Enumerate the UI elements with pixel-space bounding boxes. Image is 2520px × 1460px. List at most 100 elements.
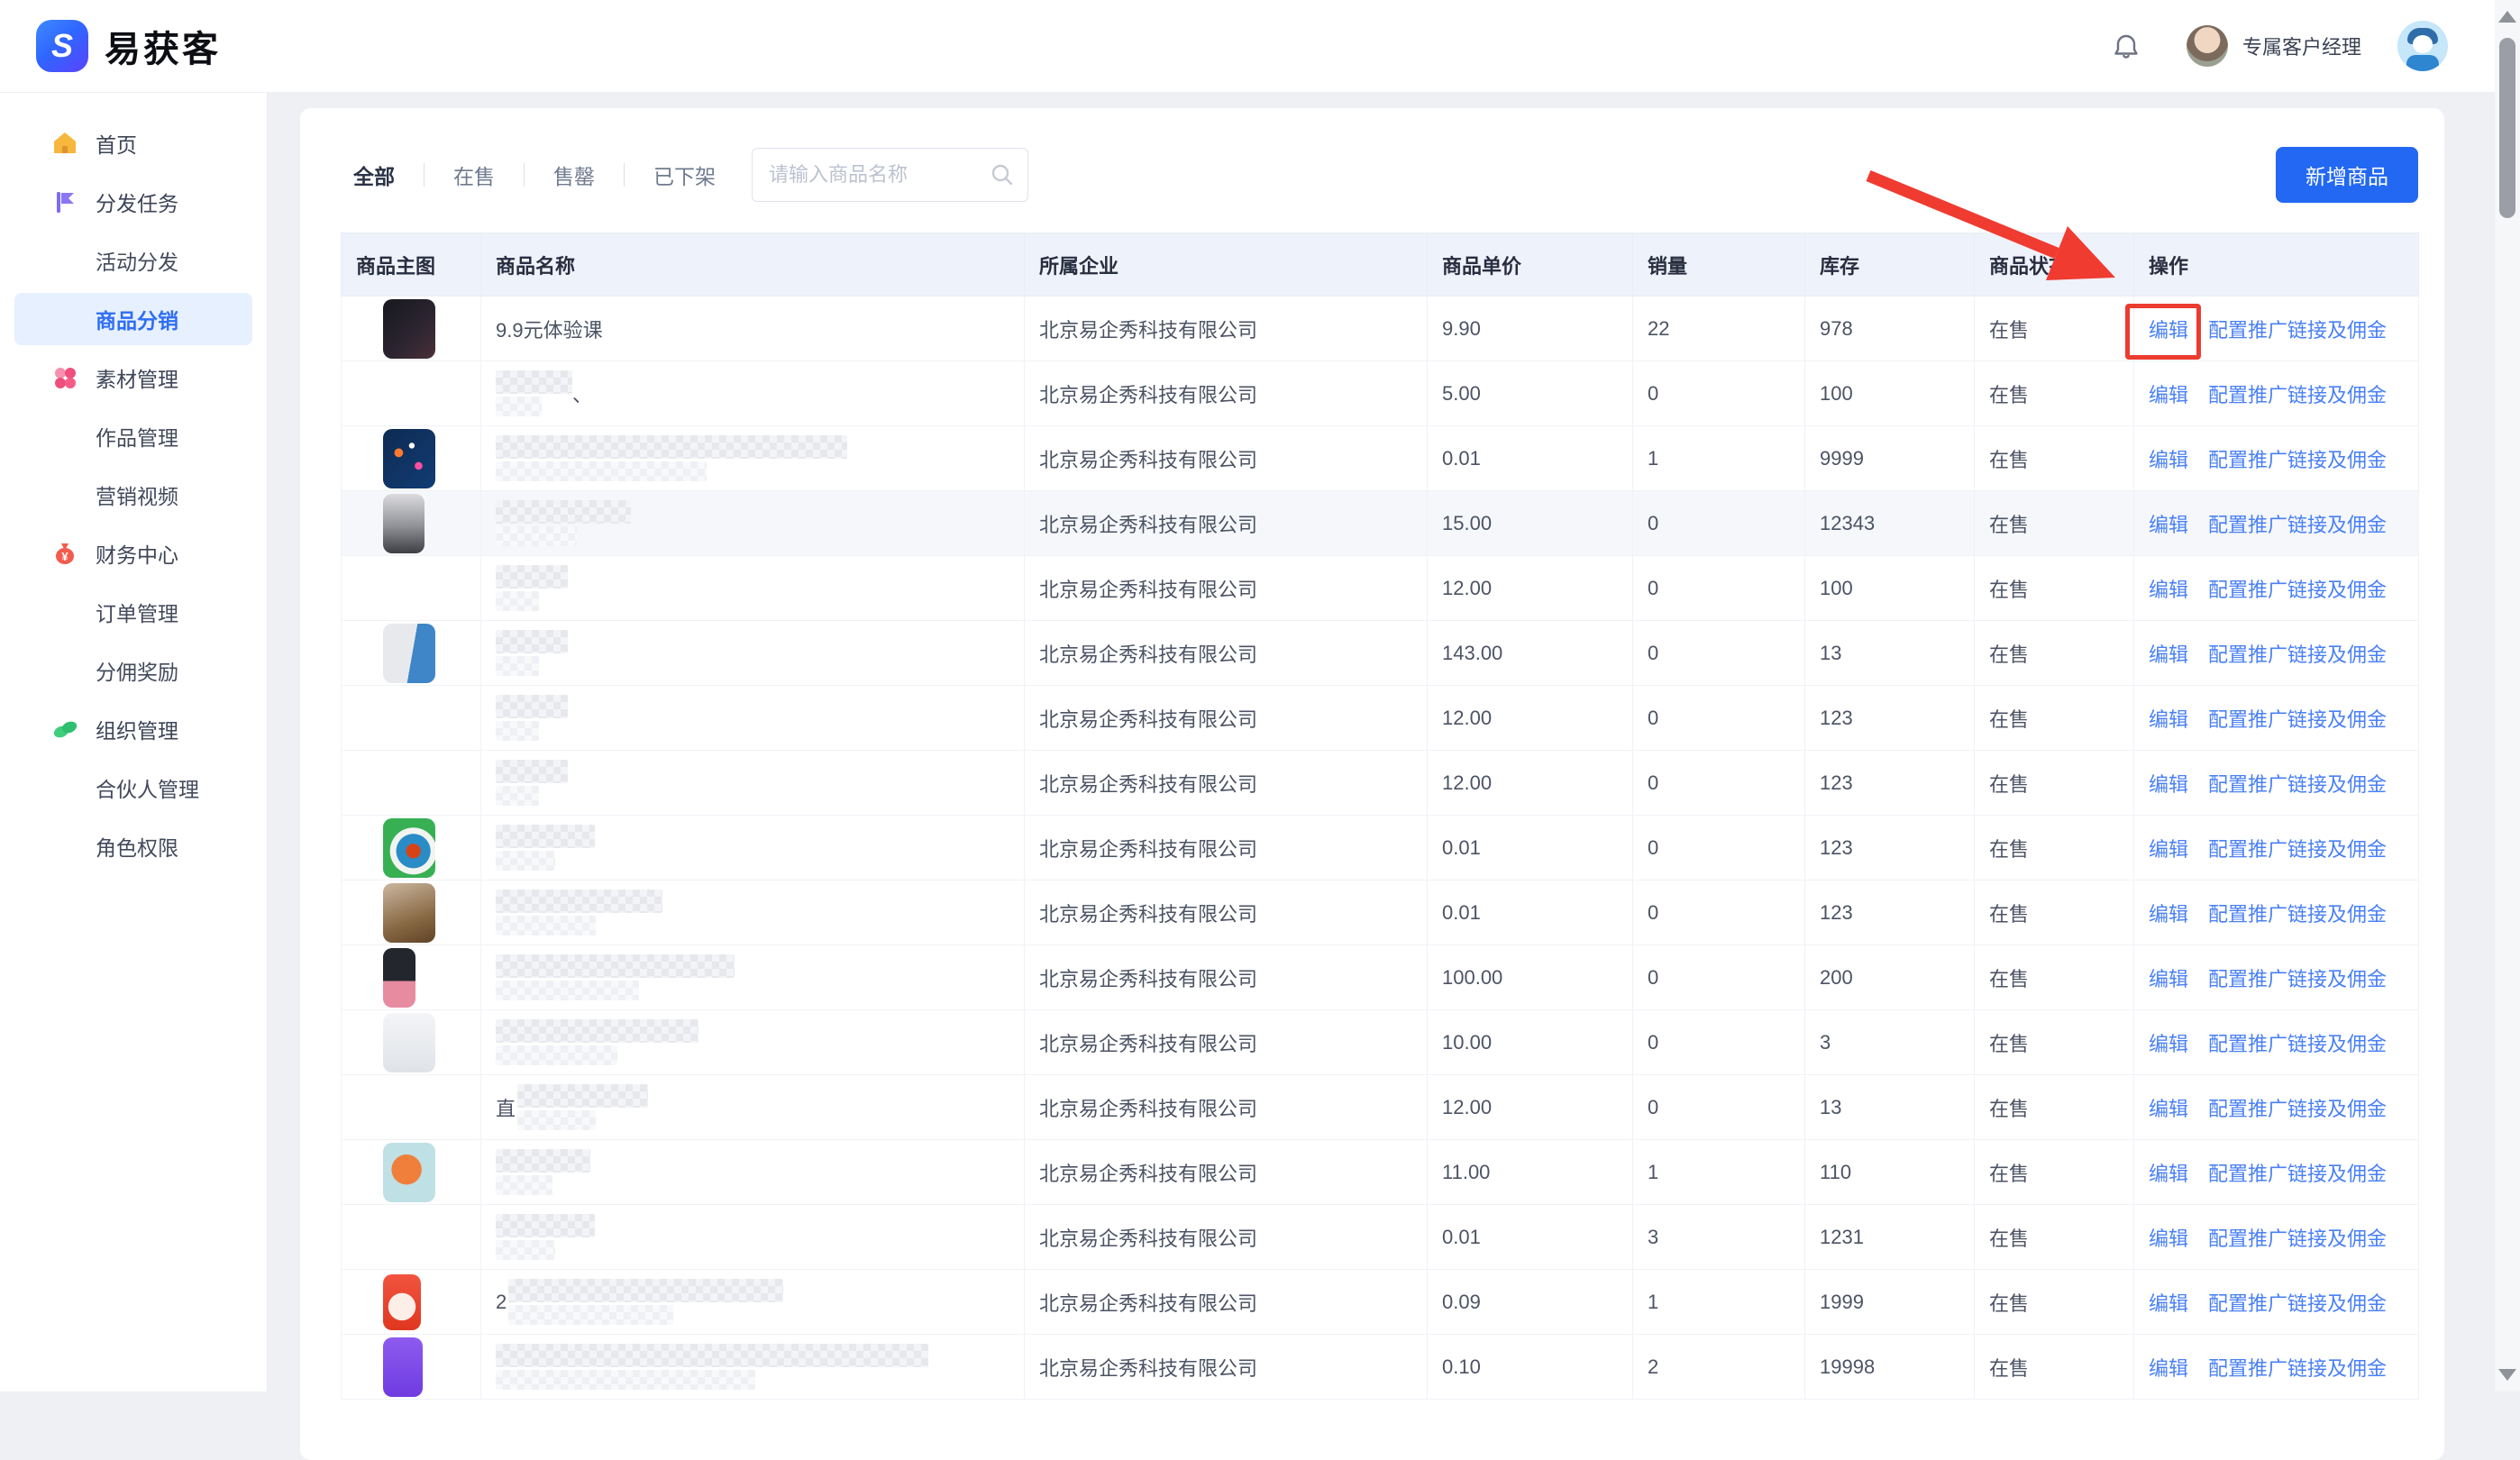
config-promo-link[interactable]: 配置推广链接及佣金 (2208, 449, 2387, 471)
edit-link[interactable]: 编辑 (2149, 903, 2188, 926)
price-cell: 5.00 (1428, 361, 1633, 426)
search-icon[interactable] (990, 162, 1015, 187)
edit-link[interactable]: 编辑 (2149, 838, 2188, 861)
table-row: 北京易企秀科技有限公司12.000123在售编辑配置推广链接及佣金 (342, 686, 2419, 751)
sidebar-item-product-distribution[interactable]: 商品分销 (14, 293, 252, 345)
status-cell: 在售 (1975, 426, 2134, 491)
config-promo-link[interactable]: 配置推广链接及佣金 (2208, 773, 2387, 796)
redacted-product-name (517, 1084, 648, 1130)
company-cell: 北京易企秀科技有限公司 (1025, 686, 1428, 751)
product-image (383, 883, 435, 943)
sidebar-item-works-mgmt[interactable]: 作品管理 (14, 410, 252, 462)
table-row: 北京易企秀科技有限公司0.0119999在售编辑配置推广链接及佣金 (342, 426, 2419, 491)
price-cell: 12.00 (1428, 556, 1633, 621)
table-header-row: 商品主图商品名称所属企业商品单价销量库存商品状态操作 (342, 233, 2419, 297)
config-promo-link[interactable]: 配置推广链接及佣金 (2208, 1098, 2387, 1120)
product-name-cell (481, 491, 1025, 556)
edit-link[interactable]: 编辑 (2149, 514, 2188, 536)
redacted-product-name (496, 954, 735, 1000)
sidebar-item-distribute-task[interactable]: 分发任务 (14, 176, 252, 228)
product-image (383, 429, 435, 488)
user-avatar[interactable] (2397, 21, 2448, 71)
config-promo-link[interactable]: 配置推广链接及佣金 (2208, 514, 2387, 536)
edit-link[interactable]: 编辑 (2149, 449, 2188, 471)
edit-link[interactable]: 编辑 (2149, 968, 2188, 990)
sidebar-item-org-mgmt[interactable]: 组织管理 (14, 703, 252, 755)
product-image (383, 1143, 435, 1202)
config-promo-link[interactable]: 配置推广链接及佣金 (2208, 579, 2387, 601)
sidebar-item-label: 角色权限 (96, 831, 178, 862)
sidebar-item-marketing-video[interactable]: 营销视频 (14, 469, 252, 521)
company-cell: 北京易企秀科技有限公司 (1025, 881, 1428, 945)
price-cell: 11.00 (1428, 1140, 1633, 1205)
edit-link[interactable]: 编辑 (2149, 1163, 2188, 1185)
tab-all[interactable]: 全部 (353, 160, 395, 190)
config-promo-link[interactable]: 配置推广链接及佣金 (2208, 1292, 2387, 1315)
config-promo-link[interactable]: 配置推广链接及佣金 (2208, 319, 2387, 342)
company-cell: 北京易企秀科技有限公司 (1025, 297, 1428, 361)
scrollbar-thumb[interactable] (2499, 38, 2515, 218)
actions-cell: 编辑配置推广链接及佣金 (2134, 816, 2419, 881)
tab-onsale[interactable]: 在售 (453, 160, 495, 190)
product-image-cell (342, 1270, 481, 1335)
scrollbar-up-arrow[interactable] (2498, 11, 2516, 23)
sidebar-item-partner-mgmt[interactable]: 合伙人管理 (14, 762, 252, 814)
table-row: 北京易企秀科技有限公司0.10219998在售编辑配置推广链接及佣金 (342, 1335, 2419, 1400)
config-promo-link[interactable]: 配置推广链接及佣金 (2208, 1227, 2387, 1250)
config-promo-link[interactable]: 配置推广链接及佣金 (2208, 1163, 2387, 1185)
price-cell: 15.00 (1428, 491, 1633, 556)
edit-link[interactable]: 编辑 (2149, 579, 2188, 601)
config-promo-link[interactable]: 配置推广链接及佣金 (2208, 903, 2387, 926)
config-promo-link[interactable]: 配置推广链接及佣金 (2208, 968, 2387, 990)
config-promo-link[interactable]: 配置推广链接及佣金 (2208, 708, 2387, 731)
redacted-product-name (496, 565, 568, 611)
stock-cell: 100 (1805, 556, 1975, 621)
sidebar-item-role-permission[interactable]: 角色权限 (14, 820, 252, 872)
edit-link[interactable]: 编辑 (2149, 773, 2188, 796)
config-promo-link[interactable]: 配置推广链接及佣金 (2208, 838, 2387, 861)
sidebar-item-label: 合伙人管理 (96, 772, 199, 803)
table-row: 、北京易企秀科技有限公司5.000100在售编辑配置推广链接及佣金 (342, 361, 2419, 426)
edit-link[interactable]: 编辑 (2149, 1098, 2188, 1120)
status-cell: 在售 (1975, 1270, 2134, 1335)
status-cell: 在售 (1975, 686, 2134, 751)
app-logo[interactable]: S 易获客 (36, 20, 221, 72)
redacted-product-name (496, 630, 568, 676)
actions-cell: 编辑配置推广链接及佣金 (2134, 751, 2419, 816)
tab-soldout[interactable]: 售罄 (553, 160, 595, 190)
config-promo-link[interactable]: 配置推广链接及佣金 (2208, 384, 2387, 406)
edit-link[interactable]: 编辑 (2149, 319, 2188, 342)
product-name-cell (481, 1140, 1025, 1205)
sidebar-item-material-mgmt[interactable]: 素材管理 (14, 351, 252, 404)
status-cell: 在售 (1975, 621, 2134, 686)
config-promo-link[interactable]: 配置推广链接及佣金 (2208, 643, 2387, 666)
notification-bell-icon[interactable] (2111, 31, 2141, 61)
svg-text:¥: ¥ (61, 550, 68, 563)
scrollbar-down-arrow[interactable] (2498, 1369, 2516, 1381)
material-icon (51, 364, 78, 391)
config-promo-link[interactable]: 配置推广链接及佣金 (2208, 1033, 2387, 1055)
sales-cell: 1 (1633, 1140, 1805, 1205)
sidebar-item-activity-distribute[interactable]: 活动分发 (14, 234, 252, 287)
config-promo-link[interactable]: 配置推广链接及佣金 (2208, 1357, 2387, 1380)
table-row: 北京易企秀科技有限公司143.00013在售编辑配置推广链接及佣金 (342, 621, 2419, 686)
sidebar-item-commission-reward[interactable]: 分佣奖励 (14, 644, 252, 697)
company-cell: 北京易企秀科技有限公司 (1025, 1205, 1428, 1270)
edit-link[interactable]: 编辑 (2149, 708, 2188, 731)
actions-cell: 编辑配置推广链接及佣金 (2134, 1140, 2419, 1205)
add-product-button[interactable]: 新增商品 (2276, 147, 2418, 203)
edit-link[interactable]: 编辑 (2149, 384, 2188, 406)
edit-link[interactable]: 编辑 (2149, 1227, 2188, 1250)
manager-avatar[interactable] (2187, 25, 2228, 67)
product-image (383, 818, 435, 878)
stock-cell: 123 (1805, 881, 1975, 945)
sidebar-item-finance-center[interactable]: ¥财务中心 (14, 527, 252, 579)
edit-link[interactable]: 编辑 (2149, 1033, 2188, 1055)
search-input[interactable] (769, 163, 990, 187)
edit-link[interactable]: 编辑 (2149, 1357, 2188, 1380)
edit-link[interactable]: 编辑 (2149, 1292, 2188, 1315)
sidebar-item-order-mgmt[interactable]: 订单管理 (14, 586, 252, 638)
edit-link[interactable]: 编辑 (2149, 643, 2188, 666)
sidebar-item-home[interactable]: 首页 (14, 117, 252, 169)
tab-offshelf[interactable]: 已下架 (653, 160, 716, 190)
